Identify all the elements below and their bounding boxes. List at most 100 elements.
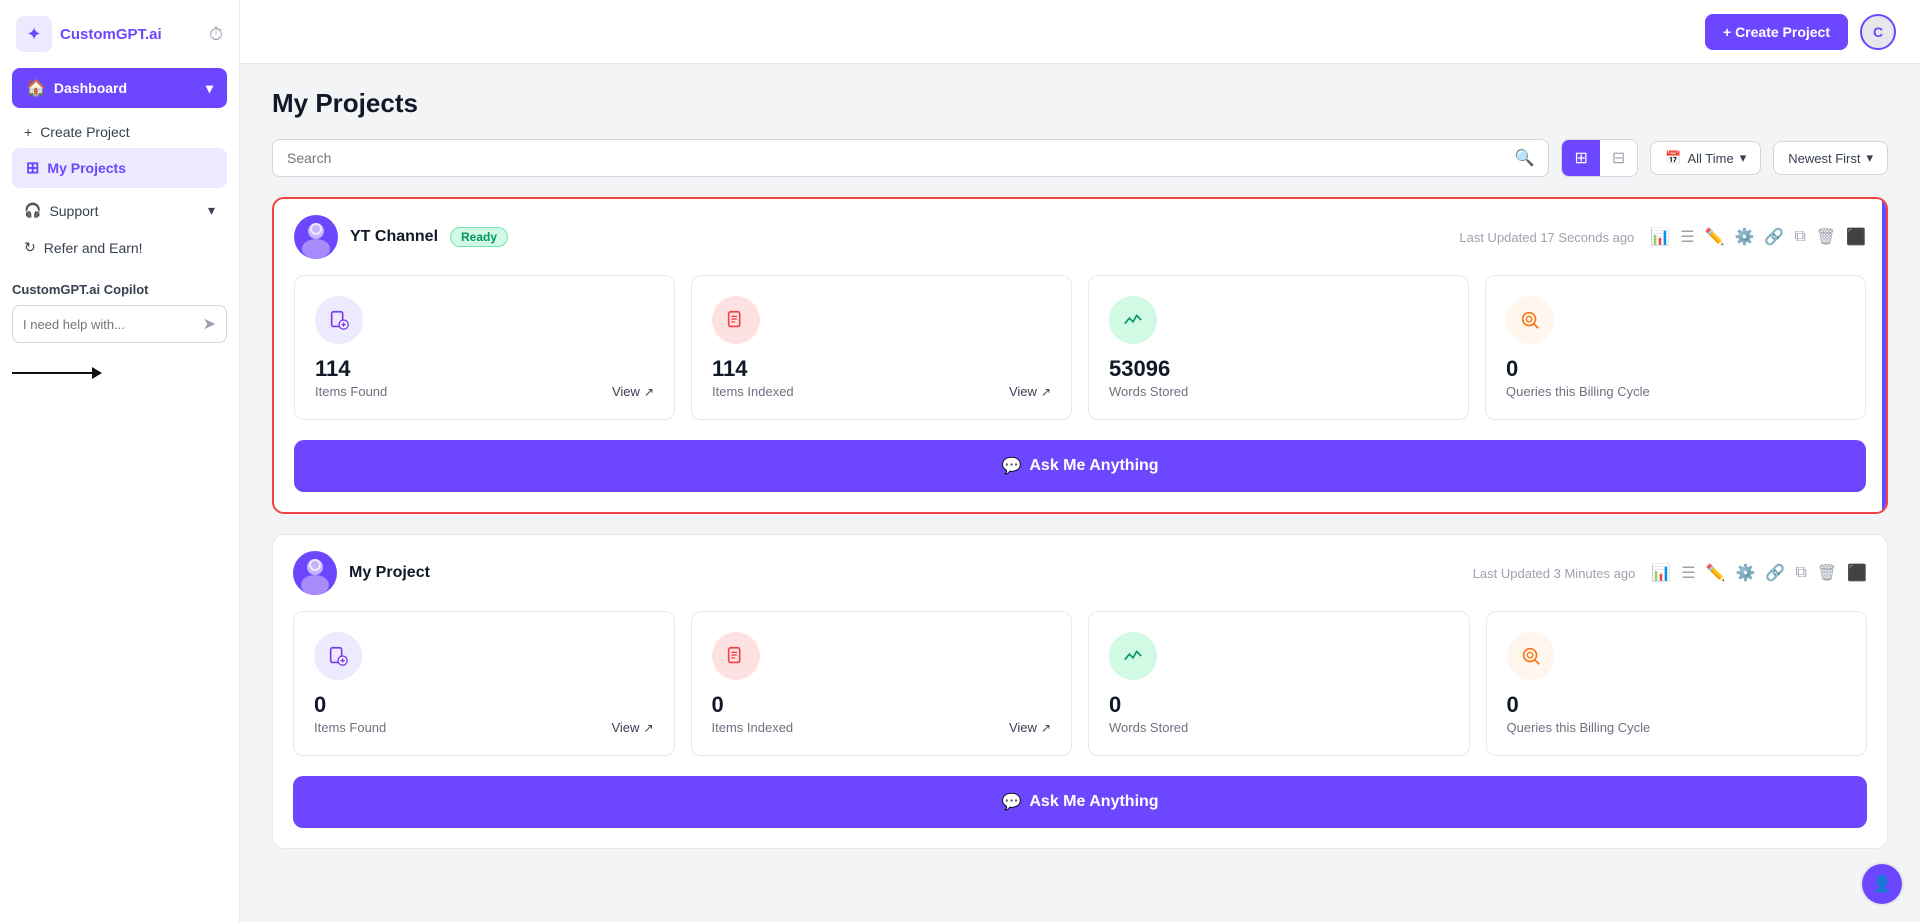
stat-bottom-1-1: 0Items IndexedView ↗	[712, 692, 1052, 735]
dashboard-button[interactable]: 🏠 Dashboard ▾	[12, 68, 227, 108]
arrow-head	[92, 367, 102, 379]
send-icon[interactable]: ➤	[203, 314, 216, 334]
ask-anything-button-1[interactable]: 💬 Ask Me Anything	[293, 776, 1867, 828]
settings-icon[interactable]: ⚙️	[1735, 563, 1755, 583]
sidebar-refer[interactable]: ↻ Refer and Earn!	[0, 229, 239, 266]
logo-area: ✦ CustomGPT.ai	[16, 16, 162, 52]
clock-icon[interactable]: ⏱	[209, 24, 223, 45]
stat-card-1-2: 0Words Stored	[1088, 611, 1470, 756]
svg-text:✦: ✦	[26, 24, 41, 44]
external-link-icon: ↗	[644, 385, 654, 399]
list-icon[interactable]: ☰	[1681, 563, 1695, 583]
arrow-line	[12, 372, 92, 374]
stats-row-0: 114Items FoundView ↗114Items IndexedView…	[274, 275, 1886, 440]
stat-number-1-2: 0	[1109, 692, 1188, 718]
copilot-label: CustomGPT.ai Copilot	[12, 282, 227, 297]
search-filter-row: 🔍 ⊞ ⊟ 📅 All Time ▾ Newest First ▾	[272, 139, 1888, 177]
logo-icon: ✦	[16, 16, 52, 52]
edit-icon[interactable]: ✏️	[1706, 563, 1726, 583]
stat-label-0-2: Words Stored	[1109, 384, 1188, 399]
stat-icon-1-1	[712, 632, 760, 680]
chart-icon[interactable]: 📊	[1651, 563, 1671, 583]
stat-number-0-3: 0	[1506, 356, 1650, 382]
stat-view-link-0-0[interactable]: View ↗	[612, 384, 654, 399]
sidebar-support[interactable]: 🎧 Support ▾	[0, 192, 239, 229]
archive-icon[interactable]: ⬛	[1846, 227, 1866, 247]
sidebar-logo: ✦ CustomGPT.ai ⏱	[0, 16, 239, 68]
search-icon: 🔍	[1515, 148, 1535, 168]
stat-label-1-3: Queries this Billing Cycle	[1507, 720, 1651, 735]
logo-text: CustomGPT.ai	[60, 26, 162, 43]
stat-card-0-3: 0Queries this Billing Cycle	[1485, 275, 1866, 420]
link-icon[interactable]: 🔗	[1764, 227, 1784, 247]
link-icon[interactable]: 🔗	[1765, 563, 1785, 583]
bottom-user-avatar[interactable]: 👤	[1860, 862, 1904, 906]
external-link-icon: ↗	[1041, 385, 1051, 399]
edit-icon[interactable]: ✏️	[1705, 227, 1725, 247]
stat-view-link-0-1[interactable]: View ↗	[1009, 384, 1051, 399]
dashboard-label: Dashboard	[54, 80, 127, 96]
sidebar-my-projects[interactable]: ⊞ My Projects	[12, 148, 227, 188]
project-header-right-0: Last Updated 17 Seconds ago 📊 ☰ ✏️ ⚙️ 🔗 ⧉ 🗑 ⬛	[1459, 227, 1866, 247]
project-header-left-1: My Project	[293, 551, 430, 595]
project-card-0: YT Channel Ready Last Updated 17 Seconds a…	[272, 197, 1888, 514]
stat-view-link-1-1[interactable]: View ↗	[1009, 720, 1051, 735]
create-project-label: Create Project	[40, 124, 129, 140]
sort-filter-label: Newest First	[1788, 151, 1860, 166]
last-updated-0: Last Updated 17 Seconds ago	[1459, 230, 1634, 245]
user-avatar[interactable]: C	[1860, 14, 1896, 50]
search-input[interactable]	[287, 150, 1507, 166]
copy-icon[interactable]: ⧉	[1794, 228, 1805, 246]
project-header-right-1: Last Updated 3 Minutes ago📊☰✏️⚙️🔗⧉🗑⬛	[1473, 563, 1867, 583]
list-icon[interactable]: ☰	[1680, 227, 1694, 247]
project-avatar-0	[294, 215, 338, 259]
stat-bottom-0-0: 114Items Found View ↗	[315, 356, 654, 399]
ask-wrap-1: 💬 Ask Me Anything	[273, 776, 1887, 848]
page-title: My Projects	[272, 88, 1888, 119]
sidebar-create-project[interactable]: + Create Project	[0, 116, 239, 148]
delete-icon[interactable]: 🗑	[1817, 563, 1837, 583]
project-name-1: My Project	[349, 564, 430, 582]
ask-wrap-0: 💬 Ask Me Anything	[274, 440, 1886, 512]
copilot-input[interactable]	[23, 317, 203, 332]
grid-view-button[interactable]: ⊟	[1600, 140, 1637, 176]
delete-icon[interactable]: 🗑	[1816, 227, 1836, 247]
stat-number-1-3: 0	[1507, 692, 1651, 718]
stat-icon-0-3	[1506, 296, 1554, 344]
stat-number-0-0: 114	[315, 356, 387, 382]
stat-card-0-1: 114Items IndexedView ↗	[691, 275, 1072, 420]
time-filter-label: All Time	[1687, 151, 1733, 166]
create-project-button[interactable]: + Create Project	[1705, 14, 1848, 50]
stat-label-1-1: Items Indexed	[712, 720, 794, 735]
grid-icon: ⊞	[26, 158, 39, 178]
stat-number-0-2: 53096	[1109, 356, 1188, 382]
stat-content-0-0: 114Items Found	[315, 356, 387, 399]
ask-anything-button-0[interactable]: 💬 Ask Me Anything	[294, 440, 1866, 492]
settings-icon[interactable]: ⚙️	[1734, 227, 1754, 247]
sort-filter-dropdown[interactable]: Newest First ▾	[1773, 141, 1888, 175]
chart-icon[interactable]: 📊	[1650, 227, 1670, 247]
project-badge-0: Ready	[450, 227, 508, 247]
time-filter-dropdown[interactable]: 📅 All Time ▾	[1650, 141, 1761, 175]
project-card-wrapper-1: My ProjectLast Updated 3 Minutes ago📊☰✏️…	[272, 534, 1888, 849]
stat-content-0-3: 0Queries this Billing Cycle	[1506, 356, 1650, 399]
copilot-input-wrap[interactable]: ➤	[12, 305, 227, 343]
stat-card-1-0: 0Items FoundView ↗	[293, 611, 675, 756]
archive-icon[interactable]: ⬛	[1847, 563, 1867, 583]
stat-bottom-1-3: 0 Queries this Billing Cycle	[1507, 692, 1847, 735]
stat-icon-0-0	[315, 296, 363, 344]
project-name-0: YT Channel	[350, 228, 438, 246]
topbar: + Create Project C	[240, 0, 1920, 64]
page-content: My Projects 🔍 ⊞ ⊟ 📅 All Time ▾ Newest Fi…	[240, 64, 1920, 922]
stat-bottom-0-3: 0Queries this Billing Cycle	[1506, 356, 1845, 399]
stat-view-link-1-0[interactable]: View ↗	[611, 720, 653, 735]
time-chevron-icon: ▾	[1740, 150, 1747, 166]
stat-bottom-1-0: 0Items FoundView ↗	[314, 692, 654, 735]
arrow-indicator	[12, 367, 227, 379]
list-view-button[interactable]: ⊞	[1562, 140, 1599, 176]
search-wrap[interactable]: 🔍	[272, 139, 1549, 177]
my-projects-label: My Projects	[47, 160, 126, 176]
copy-icon[interactable]: ⧉	[1795, 564, 1806, 582]
external-link-icon: ↗	[1041, 721, 1051, 735]
stat-label-1-0: Items Found	[314, 720, 386, 735]
